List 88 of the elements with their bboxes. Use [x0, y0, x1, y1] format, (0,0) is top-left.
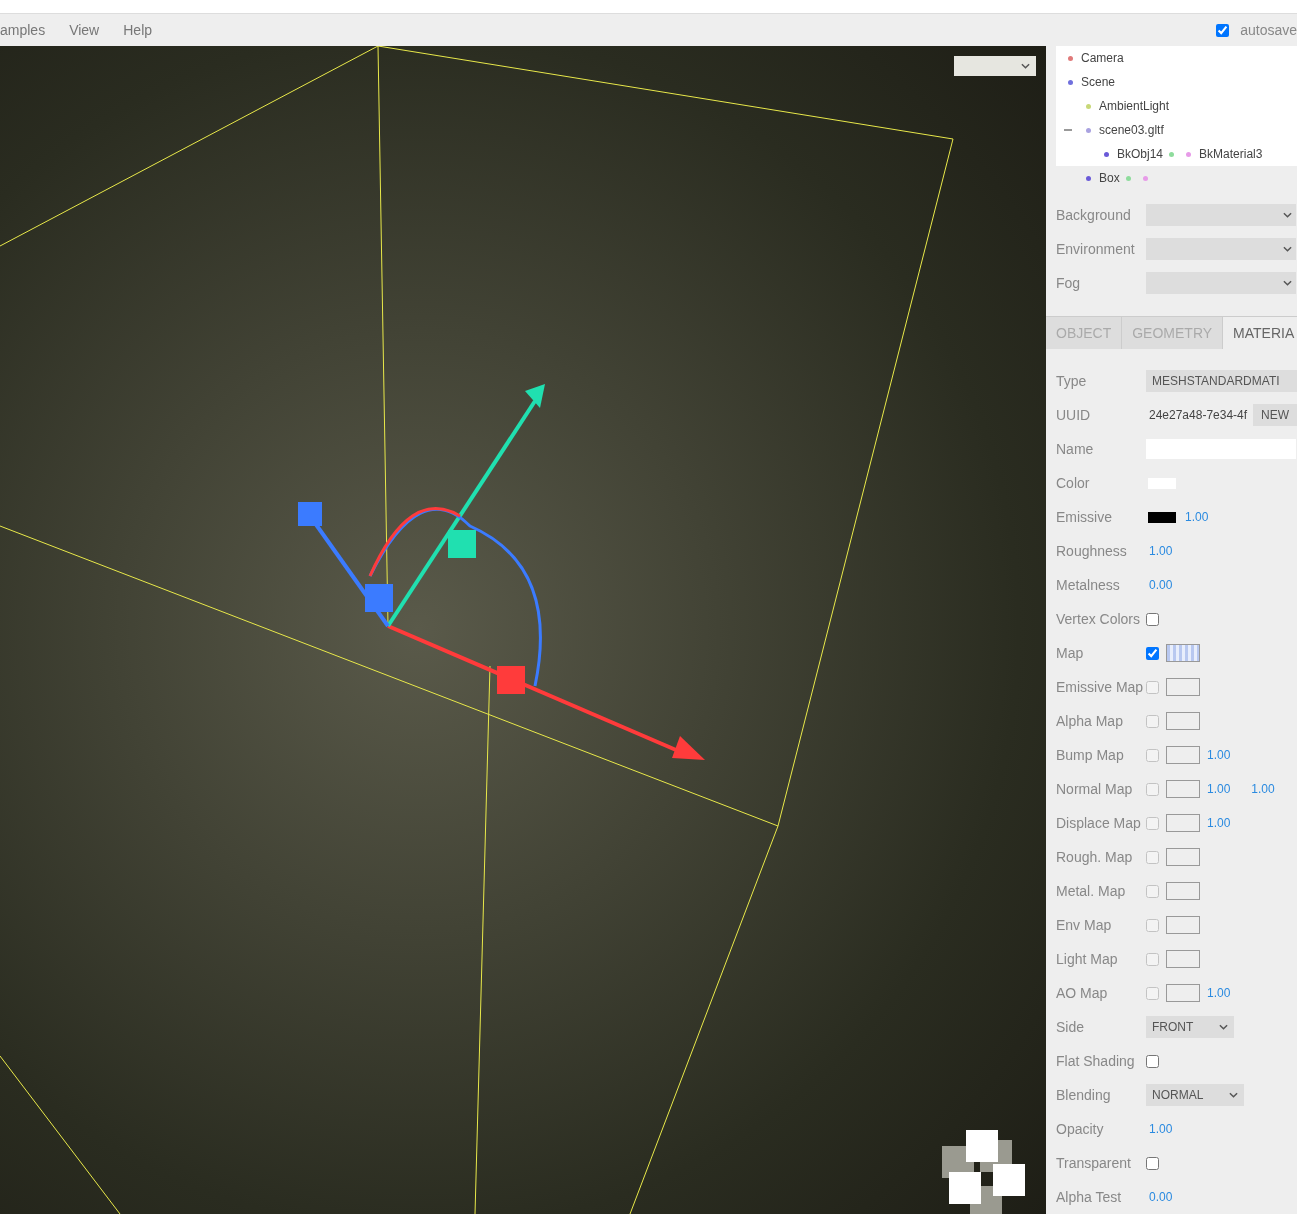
property-checkbox[interactable] [1146, 1054, 1159, 1068]
property-label: Alpha Test [1056, 1189, 1123, 1205]
number-value[interactable]: 1.00 [1207, 816, 1231, 830]
property-dropdown[interactable]: FRONT [1146, 1016, 1235, 1038]
collapse-icon[interactable] [1064, 126, 1072, 134]
setting-label: Environment [1056, 241, 1136, 257]
texture-slot[interactable] [1166, 916, 1200, 934]
property-label: Light Map [1056, 951, 1119, 967]
uuid-text: 24e27a48-7e34-4f [1149, 408, 1249, 422]
color-swatch[interactable] [1148, 511, 1176, 523]
property-label: Metalness [1056, 577, 1121, 593]
number-value[interactable]: 0.00 [1149, 578, 1173, 592]
autosave-label: autosave [1240, 22, 1297, 38]
texture-slot[interactable] [1166, 780, 1200, 798]
number-value[interactable]: 1.00 [1149, 1122, 1173, 1136]
number-value[interactable]: 1.00 [1251, 782, 1275, 796]
property-label: Metal. Map [1056, 883, 1127, 899]
property-label: Map [1056, 645, 1085, 661]
texture-slot[interactable] [1166, 950, 1200, 968]
map-checkbox[interactable] [1146, 816, 1159, 830]
autosave-checkbox[interactable] [1216, 23, 1230, 37]
property-label: Emissive Map [1056, 679, 1145, 695]
outliner-item[interactable]: BkObj14 BkMaterial3 [1056, 142, 1297, 166]
map-checkbox[interactable] [1146, 986, 1159, 1000]
texture-slot[interactable] [1166, 746, 1200, 764]
property-label: Side [1056, 1019, 1086, 1035]
property-label: Flat Shading [1056, 1053, 1136, 1069]
menu-item[interactable]: amples [0, 22, 46, 38]
property-label: Env Map [1056, 917, 1113, 933]
texture-slot[interactable] [1166, 984, 1200, 1002]
material-label: BkMaterial3 [1199, 147, 1263, 161]
texture-slot[interactable] [1166, 882, 1200, 900]
number-value[interactable]: 1.00 [1149, 544, 1173, 558]
property-label: Transparent [1056, 1155, 1132, 1171]
outliner-item[interactable]: AmbientLight [1056, 94, 1297, 118]
texture-slot[interactable] [1166, 712, 1200, 730]
number-value[interactable]: 1.00 [1185, 510, 1209, 524]
property-label: Type [1056, 373, 1088, 389]
property-label: Opacity [1056, 1121, 1105, 1137]
map-checkbox[interactable] [1146, 918, 1159, 932]
texture-slot[interactable] [1166, 848, 1200, 866]
property-label: UUID [1056, 407, 1092, 423]
number-value[interactable]: 1.00 [1207, 782, 1231, 796]
property-label: Rough. Map [1056, 849, 1134, 865]
map-checkbox[interactable] [1146, 748, 1159, 762]
number-value[interactable]: 1.00 [1207, 748, 1231, 762]
property-label: Color [1056, 475, 1091, 491]
outliner-item[interactable]: scene03.gltf [1056, 118, 1297, 142]
texture-slot[interactable] [1166, 814, 1200, 832]
property-label: Emissive [1056, 509, 1113, 525]
texture-slot[interactable] [1166, 678, 1200, 696]
property-checkbox[interactable] [1146, 612, 1159, 626]
map-checkbox[interactable] [1146, 782, 1159, 796]
map-checkbox[interactable] [1146, 646, 1159, 660]
number-value[interactable]: 0.00 [1149, 1190, 1173, 1204]
setting-label: Background [1056, 207, 1132, 223]
chevron-down-icon [1283, 280, 1292, 286]
property-label: Normal Map [1056, 781, 1134, 797]
outliner-item[interactable]: Camera [1056, 46, 1297, 70]
chevron-down-icon [1283, 212, 1292, 218]
property-label: Displace Map [1056, 815, 1142, 831]
chevron-down-icon [1219, 1024, 1229, 1030]
map-checkbox[interactable] [1146, 714, 1159, 728]
panel-tab[interactable]: MATERIA [1223, 317, 1297, 349]
property-label: Name [1056, 441, 1095, 457]
property-label: Bump Map [1056, 747, 1125, 763]
map-checkbox[interactable] [1146, 680, 1159, 694]
property-dropdown[interactable]: NORMAL [1146, 1084, 1245, 1106]
outliner-item[interactable]: Scene [1056, 70, 1297, 94]
new-uuid-button[interactable]: NEW [1253, 404, 1297, 426]
menu-item[interactable]: Help [123, 22, 153, 38]
menu-item[interactable]: View [69, 22, 100, 38]
texture-slot[interactable] [1166, 644, 1200, 662]
property-label: Roughness [1056, 543, 1128, 559]
property-label: Vertex Colors [1056, 611, 1142, 627]
property-label: Alpha Map [1056, 713, 1124, 729]
map-checkbox[interactable] [1146, 952, 1159, 966]
chevron-down-icon [1021, 63, 1030, 69]
map-checkbox[interactable] [1146, 850, 1159, 864]
property-label: AO Map [1056, 985, 1109, 1001]
map-checkbox[interactable] [1146, 884, 1159, 898]
setting-label: Fog [1056, 275, 1082, 291]
property-checkbox[interactable] [1146, 1156, 1159, 1170]
chevron-down-icon [1283, 246, 1292, 252]
property-dropdown[interactable]: MESHSTANDARDMATI [1146, 370, 1297, 392]
number-value[interactable]: 1.00 [1207, 986, 1231, 1000]
property-label: Blending [1056, 1087, 1112, 1103]
chevron-down-icon [1229, 1092, 1239, 1098]
